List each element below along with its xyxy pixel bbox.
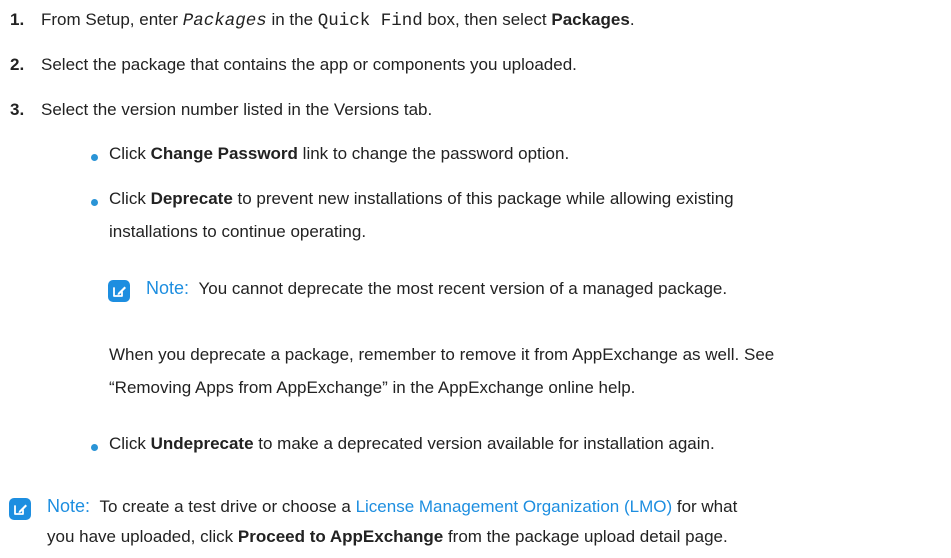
ui-label-proceed: Proceed to AppExchange: [237, 527, 444, 546]
bullet-deprecate: Click Deprecate to prevent new installat…: [109, 189, 734, 208]
step-2-text: Select the package that contains the app…: [41, 55, 577, 74]
step-number: 2.: [10, 55, 25, 74]
deprecate-paragraph-line1: When you deprecate a package, remember t…: [109, 345, 775, 364]
step-1-text: From Setup, enter Packages in the Quick …: [41, 10, 635, 31]
bullet-dot: [91, 444, 98, 451]
step-number: 3.: [10, 100, 25, 119]
code-packages: Packages: [182, 11, 267, 31]
note-label: Note:: [47, 496, 91, 516]
bullet-dot: [91, 199, 98, 206]
note-edit-icon: [9, 498, 31, 520]
ui-label-packages: Packages: [551, 10, 630, 29]
lmo-link[interactable]: License Management Organization (LMO): [356, 497, 673, 516]
bullet-deprecate-line2: installations to continue operating.: [109, 222, 367, 241]
code-quick-find: Quick Find: [317, 11, 423, 31]
inner-note: Note: You cannot deprecate the most rece…: [146, 278, 728, 298]
bullet-dot: [91, 154, 98, 161]
bottom-note-line1: Note: To create a test drive or choose a…: [47, 496, 738, 516]
deprecate-paragraph-line2: “Removing Apps from AppExchange” in the …: [109, 378, 636, 397]
bottom-note-line2: you have uploaded, click Proceed to AppE…: [47, 527, 728, 546]
bullet-change-password: Click Change Password link to change the…: [109, 144, 570, 163]
note-edit-icon: [108, 280, 130, 302]
note-label: Note:: [146, 278, 190, 298]
step-number: 1.: [10, 10, 25, 29]
step-3-text: Select the version number listed in the …: [41, 100, 433, 119]
bullet-undeprecate: Click Undeprecate to make a deprecated v…: [109, 434, 715, 453]
